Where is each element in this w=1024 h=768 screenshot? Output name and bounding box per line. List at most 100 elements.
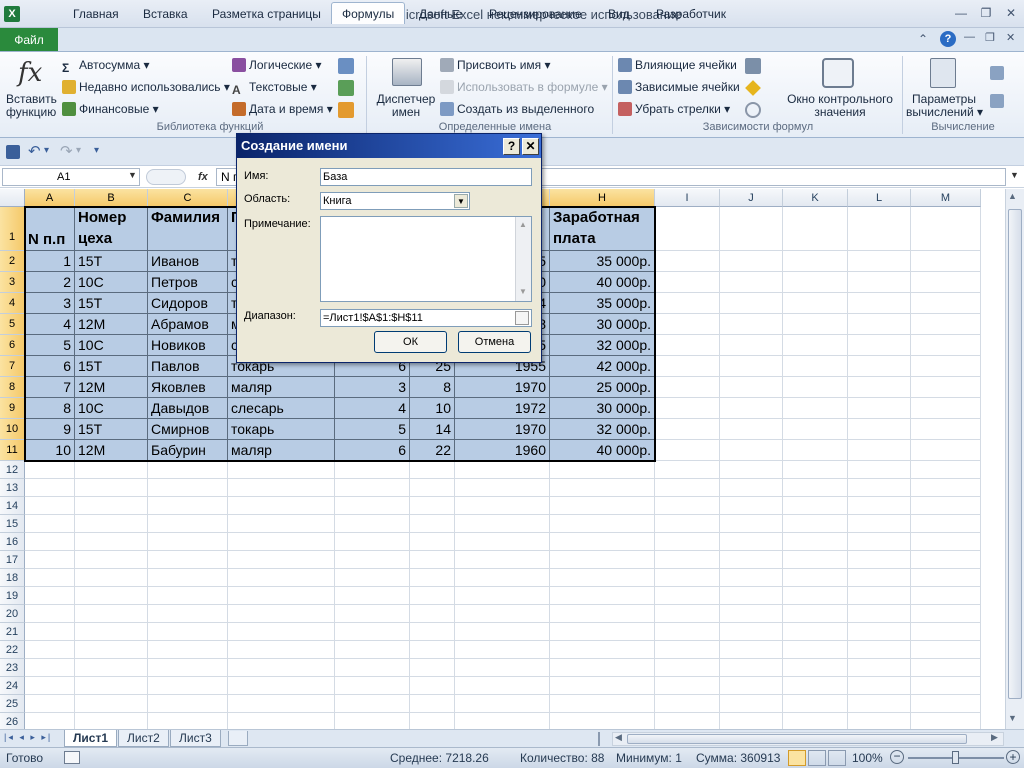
empty-cell[interactable]: [911, 641, 981, 659]
table-cell[interactable]: 10С: [75, 272, 148, 293]
table-cell[interactable]: 10: [25, 440, 75, 461]
table-cell[interactable]: Новиков: [148, 335, 228, 356]
range-input[interactable]: =Лист1!$A$1:$H$11: [320, 309, 532, 327]
name-manager-button[interactable]: Диспетчер имен: [372, 93, 440, 119]
empty-cell[interactable]: [848, 515, 911, 533]
empty-cell[interactable]: [455, 659, 550, 677]
zoom-in-icon[interactable]: +: [1006, 750, 1020, 764]
table-cell[interactable]: Павлов: [148, 356, 228, 377]
row-header-4[interactable]: 4: [0, 293, 25, 314]
empty-cell[interactable]: [148, 497, 228, 515]
empty-cell[interactable]: [783, 479, 848, 497]
empty-cell[interactable]: [848, 356, 911, 377]
table-cell[interactable]: 12М: [75, 377, 148, 398]
empty-cell[interactable]: [25, 695, 75, 713]
empty-cell[interactable]: [75, 497, 148, 515]
empty-cell[interactable]: [655, 551, 720, 569]
empty-cell[interactable]: [783, 335, 848, 356]
empty-cell[interactable]: [228, 479, 335, 497]
empty-cell[interactable]: [783, 713, 848, 729]
empty-cell[interactable]: [148, 659, 228, 677]
table-cell[interactable]: 3: [335, 377, 410, 398]
empty-cell[interactable]: [655, 207, 720, 251]
zoom-out-icon[interactable]: −: [890, 750, 904, 764]
empty-cell[interactable]: [720, 713, 783, 729]
empty-cell[interactable]: [848, 659, 911, 677]
tab-formulas[interactable]: Формулы: [331, 2, 406, 24]
empty-cell[interactable]: [455, 569, 550, 587]
empty-cell[interactable]: [655, 497, 720, 515]
empty-cell[interactable]: [335, 713, 410, 729]
empty-cell[interactable]: [228, 623, 335, 641]
row-header-13[interactable]: 13: [0, 479, 25, 497]
empty-cell[interactable]: [911, 569, 981, 587]
empty-cell[interactable]: [25, 641, 75, 659]
empty-cell[interactable]: [655, 605, 720, 623]
table-cell[interactable]: слесарь: [228, 398, 335, 419]
empty-cell[interactable]: [228, 587, 335, 605]
empty-cell[interactable]: [720, 419, 783, 440]
table-cell[interactable]: 4: [25, 314, 75, 335]
math-icon[interactable]: [338, 80, 354, 96]
empty-cell[interactable]: [228, 497, 335, 515]
header-cell[interactable]: N п.п: [25, 207, 75, 251]
empty-cell[interactable]: [911, 314, 981, 335]
ok-button[interactable]: ОК: [374, 331, 447, 353]
empty-cell[interactable]: [911, 515, 981, 533]
empty-cell[interactable]: [848, 623, 911, 641]
create-from-selection-button[interactable]: Создать из выделенного: [440, 102, 594, 116]
empty-cell[interactable]: [228, 659, 335, 677]
undo-dropdown-icon[interactable]: ▾: [44, 145, 49, 156]
empty-cell[interactable]: [911, 677, 981, 695]
empty-cell[interactable]: [848, 479, 911, 497]
empty-cell[interactable]: [25, 461, 75, 479]
tab-data[interactable]: Данные: [408, 2, 473, 24]
empty-cell[interactable]: [75, 461, 148, 479]
empty-cell[interactable]: [655, 533, 720, 551]
empty-cell[interactable]: [783, 293, 848, 314]
empty-cell[interactable]: [25, 587, 75, 605]
table-cell[interactable]: 40 000р.: [550, 440, 655, 461]
more-functions-icon[interactable]: [338, 102, 354, 118]
scroll-up-icon[interactable]: ▲: [1008, 191, 1017, 201]
empty-cell[interactable]: [25, 515, 75, 533]
empty-cell[interactable]: [228, 677, 335, 695]
empty-cell[interactable]: [75, 713, 148, 729]
row-header-5[interactable]: 5: [0, 314, 25, 335]
table-cell[interactable]: токарь: [228, 419, 335, 440]
hscroll-thumb[interactable]: [627, 734, 967, 744]
column-header-L[interactable]: L: [848, 189, 911, 207]
row-header-22[interactable]: 22: [0, 641, 25, 659]
empty-cell[interactable]: [550, 515, 655, 533]
use-in-formula-button[interactable]: Использовать в формуле ▾: [440, 80, 608, 94]
empty-cell[interactable]: [848, 497, 911, 515]
calc-sheet-icon[interactable]: [990, 94, 1004, 108]
scroll-down-icon[interactable]: ▼: [519, 287, 527, 296]
comment-textarea[interactable]: ▲ ▼: [320, 216, 532, 302]
row-header-24[interactable]: 24: [0, 677, 25, 695]
dialog-close-button[interactable]: ✕: [522, 138, 539, 155]
namebox-dropdown-icon[interactable]: ▼: [128, 170, 137, 180]
table-cell[interactable]: 6: [25, 356, 75, 377]
empty-cell[interactable]: [911, 713, 981, 729]
empty-cell[interactable]: [410, 587, 455, 605]
empty-cell[interactable]: [410, 623, 455, 641]
select-all-corner[interactable]: [0, 189, 25, 207]
table-cell[interactable]: маляр: [228, 440, 335, 461]
empty-cell[interactable]: [783, 207, 848, 251]
row-header-18[interactable]: 18: [0, 569, 25, 587]
empty-cell[interactable]: [848, 293, 911, 314]
empty-cell[interactable]: [75, 551, 148, 569]
empty-cell[interactable]: [848, 533, 911, 551]
table-cell[interactable]: Абрамов: [148, 314, 228, 335]
empty-cell[interactable]: [848, 440, 911, 461]
table-cell[interactable]: 30 000р.: [550, 314, 655, 335]
empty-cell[interactable]: [335, 695, 410, 713]
name-manager-icon[interactable]: [392, 58, 422, 86]
empty-cell[interactable]: [550, 713, 655, 729]
datetime-button[interactable]: Дата и время ▾: [232, 102, 333, 116]
table-cell[interactable]: 1970: [455, 377, 550, 398]
empty-cell[interactable]: [848, 251, 911, 272]
empty-cell[interactable]: [455, 641, 550, 659]
column-header-H[interactable]: H: [550, 189, 655, 207]
